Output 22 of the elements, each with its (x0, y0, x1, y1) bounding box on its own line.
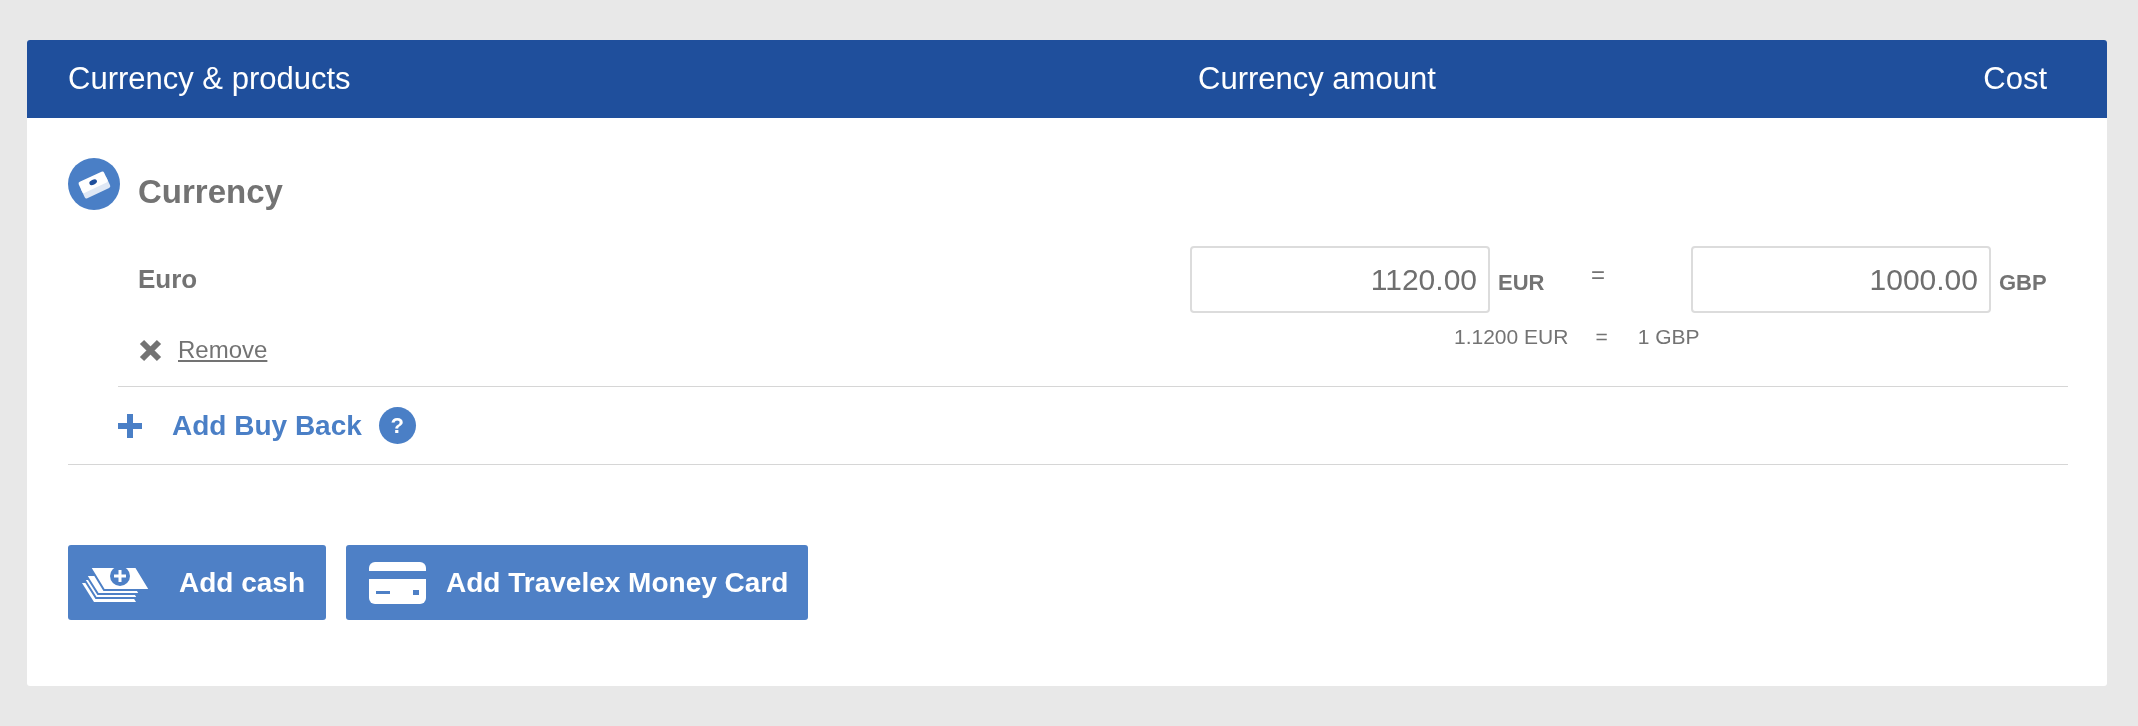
currency-code: EUR (1498, 270, 1545, 295)
plus-icon[interactable] (117, 412, 143, 439)
close-icon[interactable] (138, 337, 163, 363)
equals-sign: = (1595, 324, 1608, 350)
amount-field[interactable]: 1000.00 (1691, 246, 1991, 313)
remove-link[interactable]: Remove (178, 332, 268, 368)
column-header: Currency amount (1198, 60, 1436, 96)
help-icon[interactable]: ? (378, 407, 416, 444)
product-name: Euro (138, 263, 198, 296)
add-cash-button[interactable]: Add cash (68, 545, 327, 620)
section-title: Currency (138, 172, 283, 212)
amount-field[interactable]: 1120.00 (1190, 246, 1490, 313)
exchange-rate: 1.1200 EUR (1454, 324, 1569, 350)
add-card-button[interactable]: Add Travelex Money Card (346, 545, 809, 620)
card-icon (369, 561, 427, 604)
equals-sign: = (1591, 260, 1605, 288)
column-header: Cost (1983, 60, 2047, 96)
buy-back-link[interactable]: Add Buy Back (172, 404, 362, 447)
currency-code: GBP (1999, 270, 2047, 295)
cash-icon (68, 158, 120, 210)
column-header: Currency & products (68, 60, 351, 96)
exchange-rate: 1 GBP (1637, 324, 1700, 350)
